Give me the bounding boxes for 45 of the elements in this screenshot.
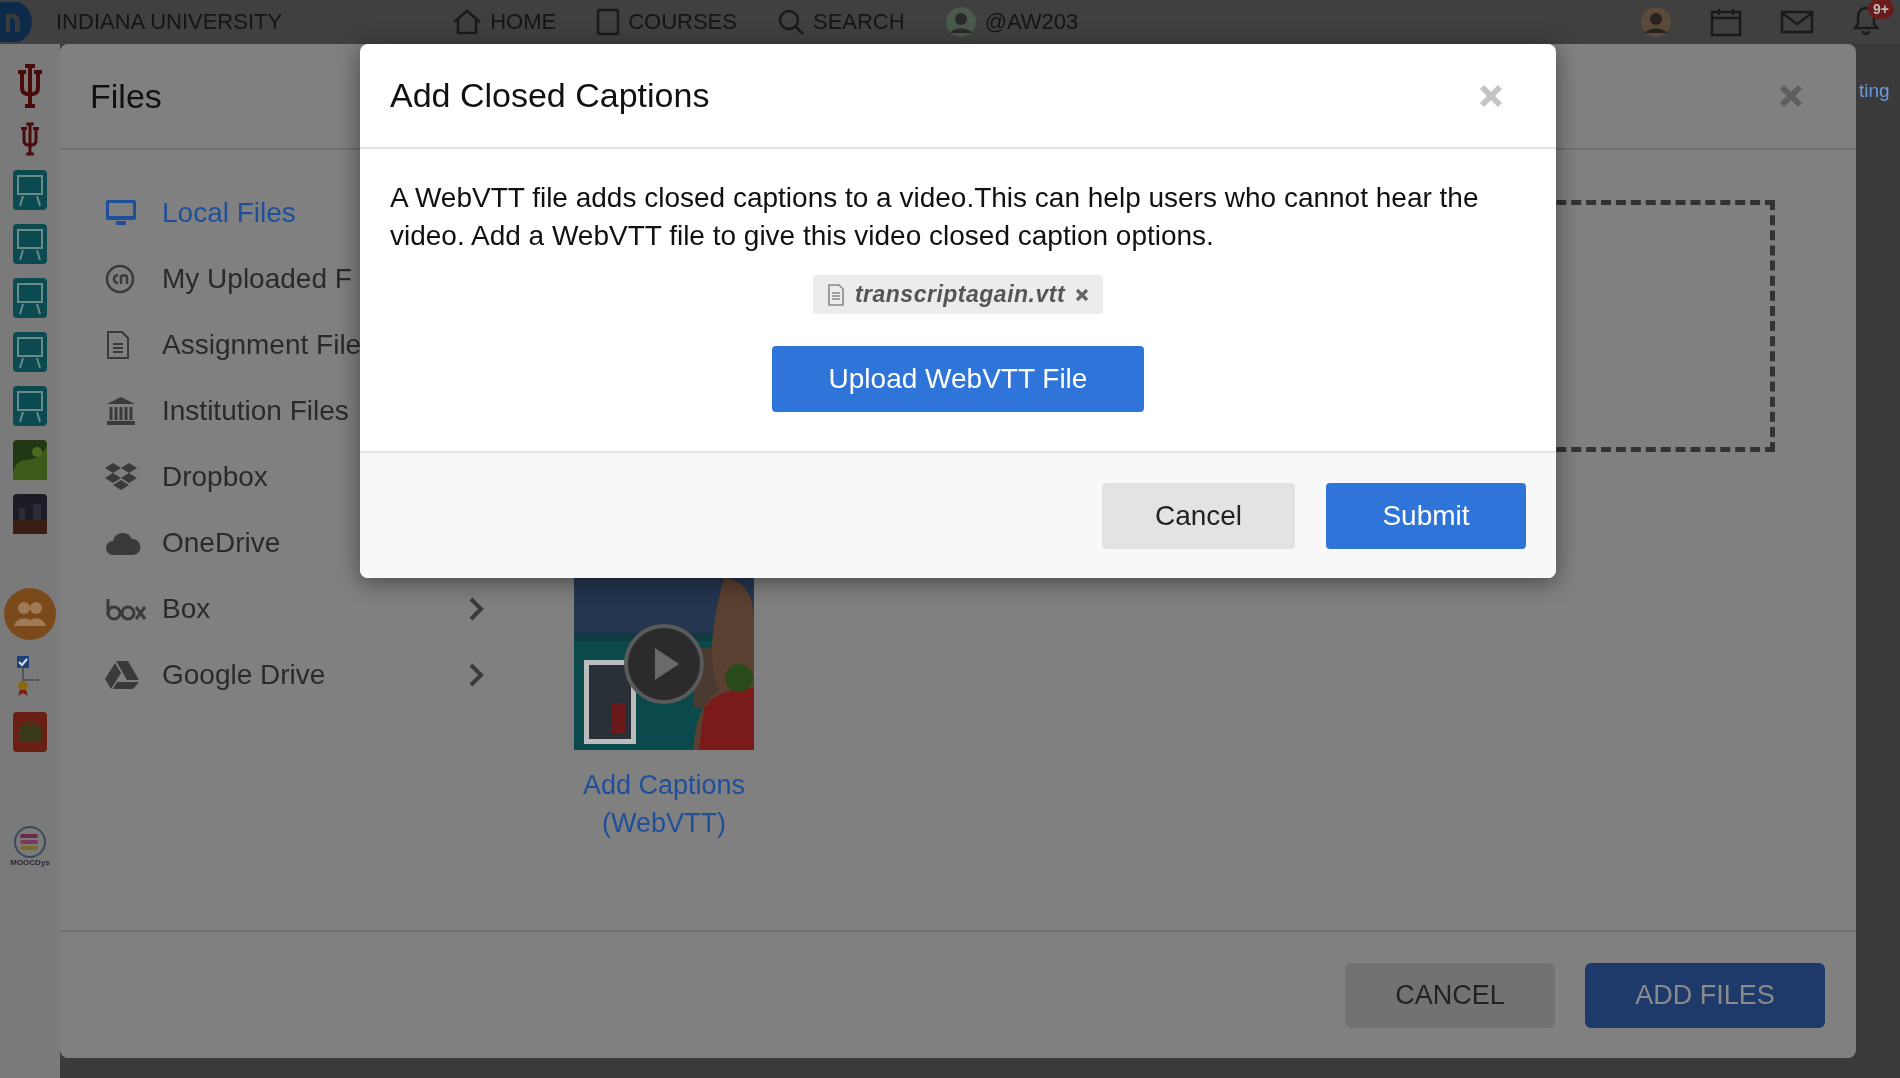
calendar-icon[interactable] bbox=[1710, 7, 1742, 37]
presentation-icon[interactable] bbox=[13, 224, 47, 264]
box-logo-icon bbox=[105, 597, 147, 621]
presentation-icon[interactable] bbox=[13, 386, 47, 426]
source-item[interactable]: Google Drive bbox=[105, 642, 500, 708]
source-item[interactable]: OneDrive bbox=[105, 510, 500, 576]
bank-icon bbox=[105, 396, 137, 426]
avatar-icon[interactable] bbox=[1640, 6, 1672, 38]
upload-button[interactable]: Upload WebVTT File bbox=[772, 346, 1144, 412]
document-icon bbox=[105, 330, 131, 360]
remove-icon[interactable] bbox=[1075, 287, 1090, 302]
close-icon[interactable] bbox=[1478, 82, 1504, 109]
dialog-title: Files bbox=[90, 76, 162, 116]
dropbox-icon bbox=[105, 462, 137, 492]
search-icon bbox=[776, 8, 805, 36]
presentation-icon[interactable] bbox=[13, 332, 47, 372]
monitor-icon bbox=[105, 199, 137, 227]
presentation-icon[interactable] bbox=[13, 278, 47, 318]
people-icon[interactable] bbox=[4, 588, 56, 640]
tablet-icon bbox=[596, 8, 621, 36]
chevron-right-icon bbox=[468, 662, 484, 688]
avatar-icon bbox=[944, 6, 977, 38]
mail-icon[interactable] bbox=[1780, 10, 1814, 34]
document-icon bbox=[826, 283, 845, 306]
notification-badge: 9+ bbox=[1868, 0, 1894, 19]
cloud-icon bbox=[105, 530, 141, 556]
home-icon bbox=[452, 9, 483, 35]
source-item[interactable]: Institution Files bbox=[105, 378, 500, 444]
dialog-title: Add Closed Captions bbox=[390, 76, 710, 115]
coin-icon bbox=[105, 264, 135, 294]
chevron-right-icon bbox=[468, 596, 484, 622]
cancel-button[interactable]: CANCEL bbox=[1345, 962, 1555, 1028]
source-item[interactable]: Dropbox bbox=[105, 444, 500, 510]
submit-button[interactable]: Submit bbox=[1326, 482, 1526, 549]
close-icon[interactable] bbox=[1778, 83, 1804, 109]
file-chip: transcriptagain.vtt bbox=[812, 275, 1104, 314]
presentation-icon[interactable] bbox=[13, 170, 47, 210]
source-item[interactable]: Assignment File bbox=[105, 312, 500, 378]
source-item[interactable]: Box bbox=[105, 576, 500, 642]
page-link[interactable]: ting bbox=[1859, 80, 1890, 102]
file-caption-link[interactable]: Add Captions (WebVTT) bbox=[574, 766, 754, 842]
mooc-logo[interactable]: MOOCDys bbox=[10, 826, 50, 867]
drive-icon bbox=[105, 660, 139, 690]
cancel-button[interactable]: Cancel bbox=[1102, 482, 1295, 549]
add-files-button[interactable]: ADD FILES bbox=[1585, 962, 1825, 1028]
